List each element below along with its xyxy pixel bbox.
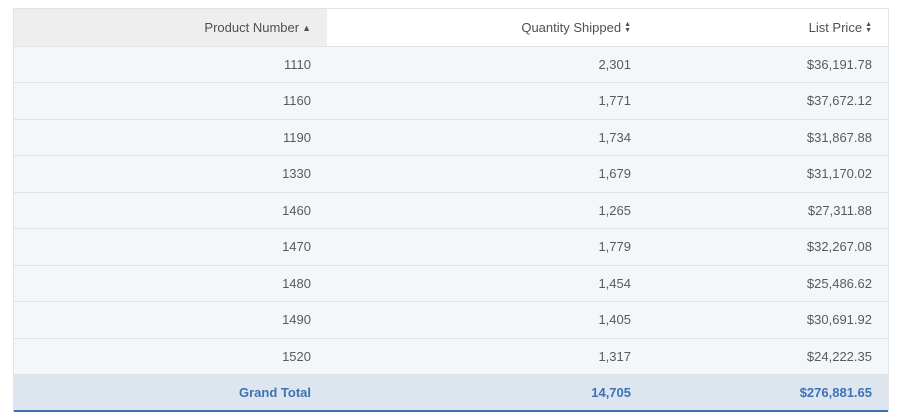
table-row: 1190 1,734 $31,867.88 [14, 119, 888, 156]
table-row: 1490 1,405 $30,691.92 [14, 301, 888, 339]
table-row: 1110 2,301 $36,191.78 [14, 46, 888, 83]
table-header: Product Number ▲ Quantity Shipped ▲ ▼ List … [14, 9, 888, 47]
header-row: Product Number ▲ Quantity Shipped ▲ ▼ List … [14, 9, 888, 47]
cell-list-price: $24,222.35 [647, 338, 888, 375]
grand-total-quantity: 14,705 [327, 374, 647, 412]
table-row: 1330 1,679 $31,170.02 [14, 155, 888, 193]
cell-product-number: 1160 [14, 82, 327, 120]
column-header-label: Product Number [204, 19, 300, 35]
cell-product-number: 1460 [14, 192, 327, 229]
sort-ascending-icon: ▲ [302, 22, 311, 33]
cell-list-price: $27,311.88 [647, 192, 888, 229]
grand-total-row: Grand Total 14,705 $276,881.65 [14, 374, 888, 412]
cell-list-price: $37,672.12 [647, 82, 888, 120]
sort-unsorted-icon: ▲ ▼ [624, 20, 631, 34]
cell-quantity-shipped: 1,679 [327, 155, 647, 193]
cell-quantity-shipped: 1,779 [327, 228, 647, 266]
cell-product-number: 1330 [14, 155, 327, 193]
cell-quantity-shipped: 1,454 [327, 265, 647, 302]
cell-quantity-shipped: 1,405 [327, 301, 647, 339]
cell-product-number: 1470 [14, 228, 327, 266]
column-header-label: Quantity Shipped [521, 19, 622, 35]
cell-product-number: 1110 [14, 46, 327, 83]
cell-product-number: 1480 [14, 265, 327, 302]
sort-unsorted-icon: ▲ ▼ [865, 20, 872, 34]
table-body: 1110 2,301 $36,191.78 1160 1,771 $37,672.12 11… [14, 46, 888, 375]
table-row: 1480 1,454 $25,486.62 [14, 265, 888, 302]
cell-list-price: $36,191.78 [647, 46, 888, 83]
cell-quantity-shipped: 2,301 [327, 46, 647, 83]
cell-quantity-shipped: 1,265 [327, 192, 647, 229]
cell-quantity-shipped: 1,771 [327, 82, 647, 120]
cell-quantity-shipped: 1,317 [327, 338, 647, 375]
cell-list-price: $31,867.88 [647, 119, 888, 156]
grand-total-label: Grand Total [14, 374, 327, 412]
table-row: 1460 1,265 $27,311.88 [14, 192, 888, 229]
column-header-label: List Price [808, 19, 863, 35]
table-row: 1160 1,771 $37,672.12 [14, 82, 888, 120]
grand-total-price: $276,881.65 [647, 374, 888, 412]
column-header-product-number[interactable]: Product Number ▲ [14, 9, 327, 47]
cell-list-price: $25,486.62 [647, 265, 888, 302]
cell-list-price: $32,267.08 [647, 228, 888, 266]
column-header-list-price[interactable]: List Price ▲ ▼ [647, 9, 888, 47]
data-table: Product Number ▲ Quantity Shipped ▲ ▼ List … [13, 8, 889, 412]
column-header-quantity-shipped[interactable]: Quantity Shipped ▲ ▼ [327, 9, 647, 47]
cell-product-number: 1490 [14, 301, 327, 339]
cell-list-price: $31,170.02 [647, 155, 888, 193]
cell-product-number: 1190 [14, 119, 327, 156]
cell-quantity-shipped: 1,734 [327, 119, 647, 156]
cell-list-price: $30,691.92 [647, 301, 888, 339]
table-row: 1520 1,317 $24,222.35 [14, 338, 888, 375]
shipments-table: Product Number ▲ Quantity Shipped ▲ ▼ List … [14, 9, 888, 412]
table-footer: Grand Total 14,705 $276,881.65 [14, 374, 888, 412]
cell-product-number: 1520 [14, 338, 327, 375]
table-row: 1470 1,779 $32,267.08 [14, 228, 888, 266]
